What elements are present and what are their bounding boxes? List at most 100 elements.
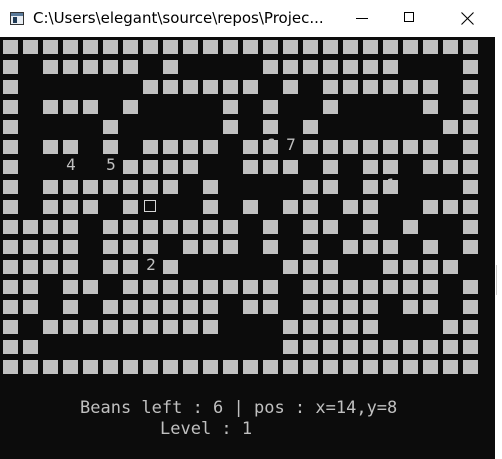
wall-block [303, 360, 318, 374]
wall-block [403, 140, 418, 154]
wall-block [383, 360, 398, 374]
wall-block [3, 200, 18, 214]
wall-block [263, 60, 278, 74]
wall-block [243, 40, 258, 54]
wall-block [263, 240, 278, 254]
bean-marker: 4 [66, 155, 76, 174]
wall-block [463, 120, 478, 134]
wall-block [223, 280, 238, 294]
wall-block [223, 120, 238, 134]
wall-block [63, 240, 78, 254]
wall-block [123, 40, 138, 54]
wall-block [43, 140, 58, 154]
console-area[interactable]: 4 5 67 1 2 Beans left : 6 | pos : x=14,y=8 L… [0, 37, 495, 457]
wall-block [123, 260, 138, 274]
wall-block [103, 40, 118, 54]
wall-block [463, 280, 478, 294]
wall-block [363, 220, 378, 234]
wall-block [363, 300, 378, 314]
wall-block [203, 200, 218, 214]
maze-board: 4 5 67 1 2 [0, 37, 495, 397]
wall-block [463, 340, 478, 354]
wall-block [323, 60, 338, 74]
wall-block [203, 220, 218, 234]
scrollbar-thumb[interactable] [496, 265, 501, 295]
wall-block [223, 80, 238, 94]
wall-block [323, 360, 338, 374]
wall-block [3, 360, 18, 374]
wall-block [143, 280, 158, 294]
wall-block [3, 160, 18, 174]
close-icon [461, 12, 474, 25]
wall-block [323, 280, 338, 294]
wall-block [263, 160, 278, 174]
wall-block [123, 180, 138, 194]
wall-block [3, 60, 18, 74]
wall-block [123, 160, 138, 174]
wall-block [443, 260, 458, 274]
wall-block [183, 80, 198, 94]
close-button[interactable] [444, 0, 490, 37]
wall-block [83, 320, 98, 334]
wall-block [323, 140, 338, 154]
wall-block [403, 300, 418, 314]
wall-block [183, 240, 198, 254]
wall-block [303, 260, 318, 274]
wall-block [363, 180, 378, 194]
wall-block [323, 220, 338, 234]
wall-block [3, 100, 18, 114]
wall-block [343, 200, 358, 214]
wall-block [363, 240, 378, 254]
wall-block [363, 320, 378, 334]
console-scrollbar[interactable] [495, 37, 502, 459]
wall-block [3, 280, 18, 294]
wall-block [163, 320, 178, 334]
wall-block [183, 320, 198, 334]
wall-block [423, 360, 438, 374]
wall-block [23, 240, 38, 254]
wall-block [163, 360, 178, 374]
wall-block [423, 240, 438, 254]
wall-block [123, 100, 138, 114]
wall-block [43, 40, 58, 54]
wall-block [3, 340, 18, 354]
wall-block [463, 360, 478, 374]
wall-block [143, 240, 158, 254]
wall-block [363, 160, 378, 174]
wall-block [163, 160, 178, 174]
wall-block [403, 80, 418, 94]
wall-block [3, 140, 18, 154]
title-bar[interactable]: C:\Users\elegant\source\repos\Projec... [0, 0, 502, 37]
wall-block [103, 120, 118, 134]
wall-block [123, 200, 138, 214]
wall-block [463, 200, 478, 214]
wall-block [143, 300, 158, 314]
wall-block [263, 100, 278, 114]
wall-block [243, 300, 258, 314]
wall-block [263, 300, 278, 314]
wall-block [63, 300, 78, 314]
wall-block [63, 60, 78, 74]
wall-block [123, 320, 138, 334]
wall-block [263, 120, 278, 134]
wall-block [383, 340, 398, 354]
wall-block [203, 240, 218, 254]
wall-block [423, 300, 438, 314]
wall-block [143, 140, 158, 154]
wall-block [423, 100, 438, 114]
wall-block [323, 160, 338, 174]
wall-block [383, 80, 398, 94]
wall-block [163, 280, 178, 294]
wall-block [183, 160, 198, 174]
wall-block [343, 300, 358, 314]
wall-block [243, 80, 258, 94]
wall-block [3, 120, 18, 134]
wall-block [203, 180, 218, 194]
wall-block [3, 320, 18, 334]
maximize-button[interactable] [386, 0, 432, 37]
wall-block [63, 180, 78, 194]
minimize-button[interactable] [340, 0, 386, 37]
wall-block [43, 260, 58, 274]
wall-block [243, 360, 258, 374]
wall-block [363, 60, 378, 74]
